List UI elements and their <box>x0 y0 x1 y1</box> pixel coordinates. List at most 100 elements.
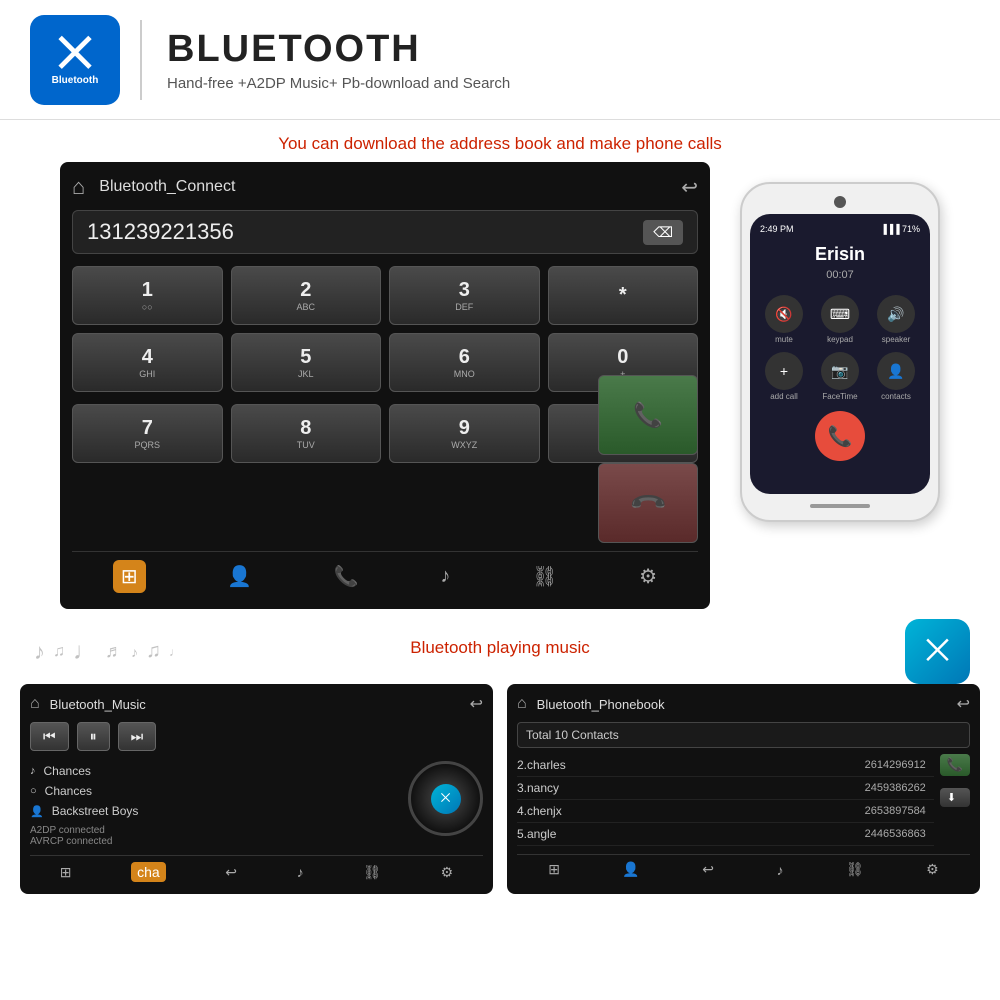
pb-nav-call[interactable]: ↩ <box>702 861 714 878</box>
nav-link[interactable]: ⛓ <box>532 564 557 589</box>
nav-dialpad[interactable]: ⊞ <box>113 560 146 593</box>
screen-title: Bluetooth_Connect <box>99 178 681 196</box>
phone-outer: 2:49 PM ▐▐▐ 71% Erisin 00:07 🔇 mute ⌨ ke… <box>740 182 940 522</box>
action-contacts[interactable]: 👤 contacts <box>872 352 920 401</box>
action-speaker[interactable]: 🔊 speaker <box>872 295 920 344</box>
phonebook-call-button[interactable]: 📞 <box>940 754 970 776</box>
bottom-nav: ⊞ 👤 📞 ♪ ⛓ ⚙ <box>72 551 698 597</box>
time-display: 2:49 PM <box>760 224 794 234</box>
key-1[interactable]: 1 ○○ <box>72 266 223 325</box>
phonebook-back-icon[interactable]: ↩ <box>957 694 970 714</box>
contact-charles: 2.charles 2614296912 <box>517 754 934 777</box>
music-nav-cha[interactable]: cha <box>131 862 166 882</box>
music-nav-music[interactable]: ♪ <box>297 864 304 880</box>
phone-screen: 2:49 PM ▐▐▐ 71% Erisin 00:07 🔇 mute ⌨ ke… <box>750 214 930 494</box>
key-4[interactable]: 4 GHI <box>72 333 223 392</box>
contacts-with-buttons: 2.charles 2614296912 3.nancy 2459386262 … <box>517 754 970 846</box>
bottom-subtitle: Bluetooth playing music <box>410 638 590 658</box>
back-icon[interactable]: ↩ <box>681 175 698 200</box>
phonebook-download-button[interactable]: ⬇ <box>940 788 970 807</box>
action-keypad[interactable]: ⌨ keypad <box>816 295 864 344</box>
total-contacts-display: Total 10 Contacts <box>517 722 970 748</box>
home-indicator[interactable] <box>810 504 870 508</box>
key-3[interactable]: 3 DEF <box>389 266 540 325</box>
phone-action-grid: 🔇 mute ⌨ keypad 🔊 speaker + <box>760 295 920 401</box>
bluetooth-symbol: ⨉ <box>58 33 92 75</box>
pb-nav-settings[interactable]: ⚙ <box>926 861 939 878</box>
header-divider <box>140 20 142 100</box>
nav-contacts[interactable]: 👤 <box>227 564 252 589</box>
action-facetime[interactable]: 📷 FaceTime <box>816 352 864 401</box>
action-add-call[interactable]: + add call <box>760 352 808 401</box>
logo-label: Bluetooth <box>52 75 99 86</box>
music-nav-dialpad[interactable]: ⊞ <box>60 864 72 881</box>
music-content: ♪ Chances ○ Chances 👤 Backstreet Boys A2… <box>30 761 483 847</box>
end-call-button[interactable]: 📞 <box>598 463 698 543</box>
next-button[interactable]: ⏭ <box>118 722 157 751</box>
caller-name: Erisin <box>760 244 920 265</box>
phone-display: 131239221356 <box>87 219 643 245</box>
music-nav-settings[interactable]: ⚙ <box>441 864 454 881</box>
home-icon[interactable]: ⌂ <box>72 174 85 200</box>
nav-music[interactable]: ♪ <box>440 565 450 588</box>
nav-settings[interactable]: ⚙ <box>639 564 657 589</box>
disc-center: ⨉ <box>431 784 461 814</box>
page-header: ⨉ Bluetooth BLUETOOTH Hand-free +A2DP Mu… <box>0 0 1000 120</box>
music-nav-call[interactable]: ↩ <box>225 864 237 881</box>
status-bar: 2:49 PM ▐▐▐ 71% <box>760 224 920 234</box>
key-5[interactable]: 5 JKL <box>231 333 382 392</box>
music-bottom-nav: ⊞ cha ↩ ♪ ⛓ ⚙ <box>30 855 483 884</box>
pause-button[interactable]: ⏸ <box>77 722 110 751</box>
end-call-btn[interactable]: 📞 <box>815 411 865 461</box>
player-controls: ⏮ ⏸ ⏭ <box>30 722 483 751</box>
key-9[interactable]: 9 WXYZ <box>389 404 540 463</box>
track-2: ○ Chances <box>30 781 408 801</box>
bt-music-badge: ⨉ <box>905 619 970 684</box>
decorative-row: ♪ ♫ ♩ ♬ ♪ ♫ ♩ Bluetooth playing music ⨉ <box>0 619 1000 684</box>
keypad-grid: 1 ○○ 2 ABC 3 DEF * 4 GHI 5 JKL <box>72 266 698 392</box>
a2dp-status: A2DP connected <box>30 825 408 836</box>
delete-button[interactable]: ⌫ <box>643 220 683 245</box>
phone-input-row: 131239221356 ⌫ <box>72 210 698 254</box>
front-camera <box>834 196 846 208</box>
avrcp-status: AVRCP connected <box>30 836 408 847</box>
connection-status: A2DP connected AVRCP connected <box>30 825 408 847</box>
phonebook-action-buttons: 📞 ⬇ <box>940 754 970 846</box>
action-mute[interactable]: 🔇 mute <box>760 295 808 344</box>
prev-button[interactable]: ⏮ <box>30 722 69 751</box>
key-2[interactable]: 2 ABC <box>231 266 382 325</box>
pb-nav-dialpad[interactable]: ⊞ <box>548 861 560 878</box>
call-screen: Erisin 00:07 🔇 mute ⌨ keypad 🔊 <box>760 244 920 461</box>
phonebook-screen-title: Bluetooth_Phonebook <box>537 697 957 712</box>
key-star[interactable]: * <box>548 266 699 325</box>
call-button[interactable]: 📞 <box>598 375 698 455</box>
track-list: ♪ Chances ○ Chances 👤 Backstreet Boys A2… <box>30 761 408 847</box>
key-6[interactable]: 6 MNO <box>389 333 540 392</box>
bottom-screens-row: ⌂ Bluetooth_Music ↩ ⏮ ⏸ ⏭ ♪ Chances ○ Ch… <box>0 684 1000 894</box>
track-1: ♪ Chances <box>30 761 408 781</box>
screen-header: ⌂ Bluetooth_Connect ↩ <box>72 174 698 200</box>
contact-angle: 5.angle 2446536863 <box>517 823 934 846</box>
bluetooth-logo: ⨉ Bluetooth <box>30 15 120 105</box>
music-screen-title: Bluetooth_Music <box>50 697 470 712</box>
top-subtitle: You can download the address book and ma… <box>0 120 1000 162</box>
pb-nav-contacts[interactable]: 👤 <box>622 861 639 878</box>
page-title: BLUETOOTH <box>167 28 510 71</box>
key-8[interactable]: 8 TUV <box>231 404 382 463</box>
phonebook-home-icon[interactable]: ⌂ <box>517 695 527 713</box>
main-content-row: ⌂ Bluetooth_Connect ↩ 131239221356 ⌫ 1 ○… <box>0 162 1000 609</box>
pb-nav-music[interactable]: ♪ <box>776 862 783 878</box>
music-screen-header: ⌂ Bluetooth_Music ↩ <box>30 694 483 714</box>
car-head-unit: ⌂ Bluetooth_Connect ↩ 131239221356 ⌫ 1 ○… <box>60 162 710 609</box>
music-back-icon[interactable]: ↩ <box>470 694 483 714</box>
contact-nancy: 3.nancy 2459386262 <box>517 777 934 800</box>
music-home-icon[interactable]: ⌂ <box>30 695 40 713</box>
phone-mockup: 2:49 PM ▐▐▐ 71% Erisin 00:07 🔇 mute ⌨ ke… <box>740 182 940 522</box>
header-text-block: BLUETOOTH Hand-free +A2DP Music+ Pb-down… <box>167 28 510 92</box>
nav-call-log[interactable]: 📞 <box>334 564 359 589</box>
key-7[interactable]: 7 PQRS <box>72 404 223 463</box>
music-disc: ⨉ <box>408 761 483 836</box>
music-screen: ⌂ Bluetooth_Music ↩ ⏮ ⏸ ⏭ ♪ Chances ○ Ch… <box>20 684 493 894</box>
pb-nav-link[interactable]: ⛓ <box>846 861 864 878</box>
music-nav-link[interactable]: ⛓ <box>363 864 381 881</box>
